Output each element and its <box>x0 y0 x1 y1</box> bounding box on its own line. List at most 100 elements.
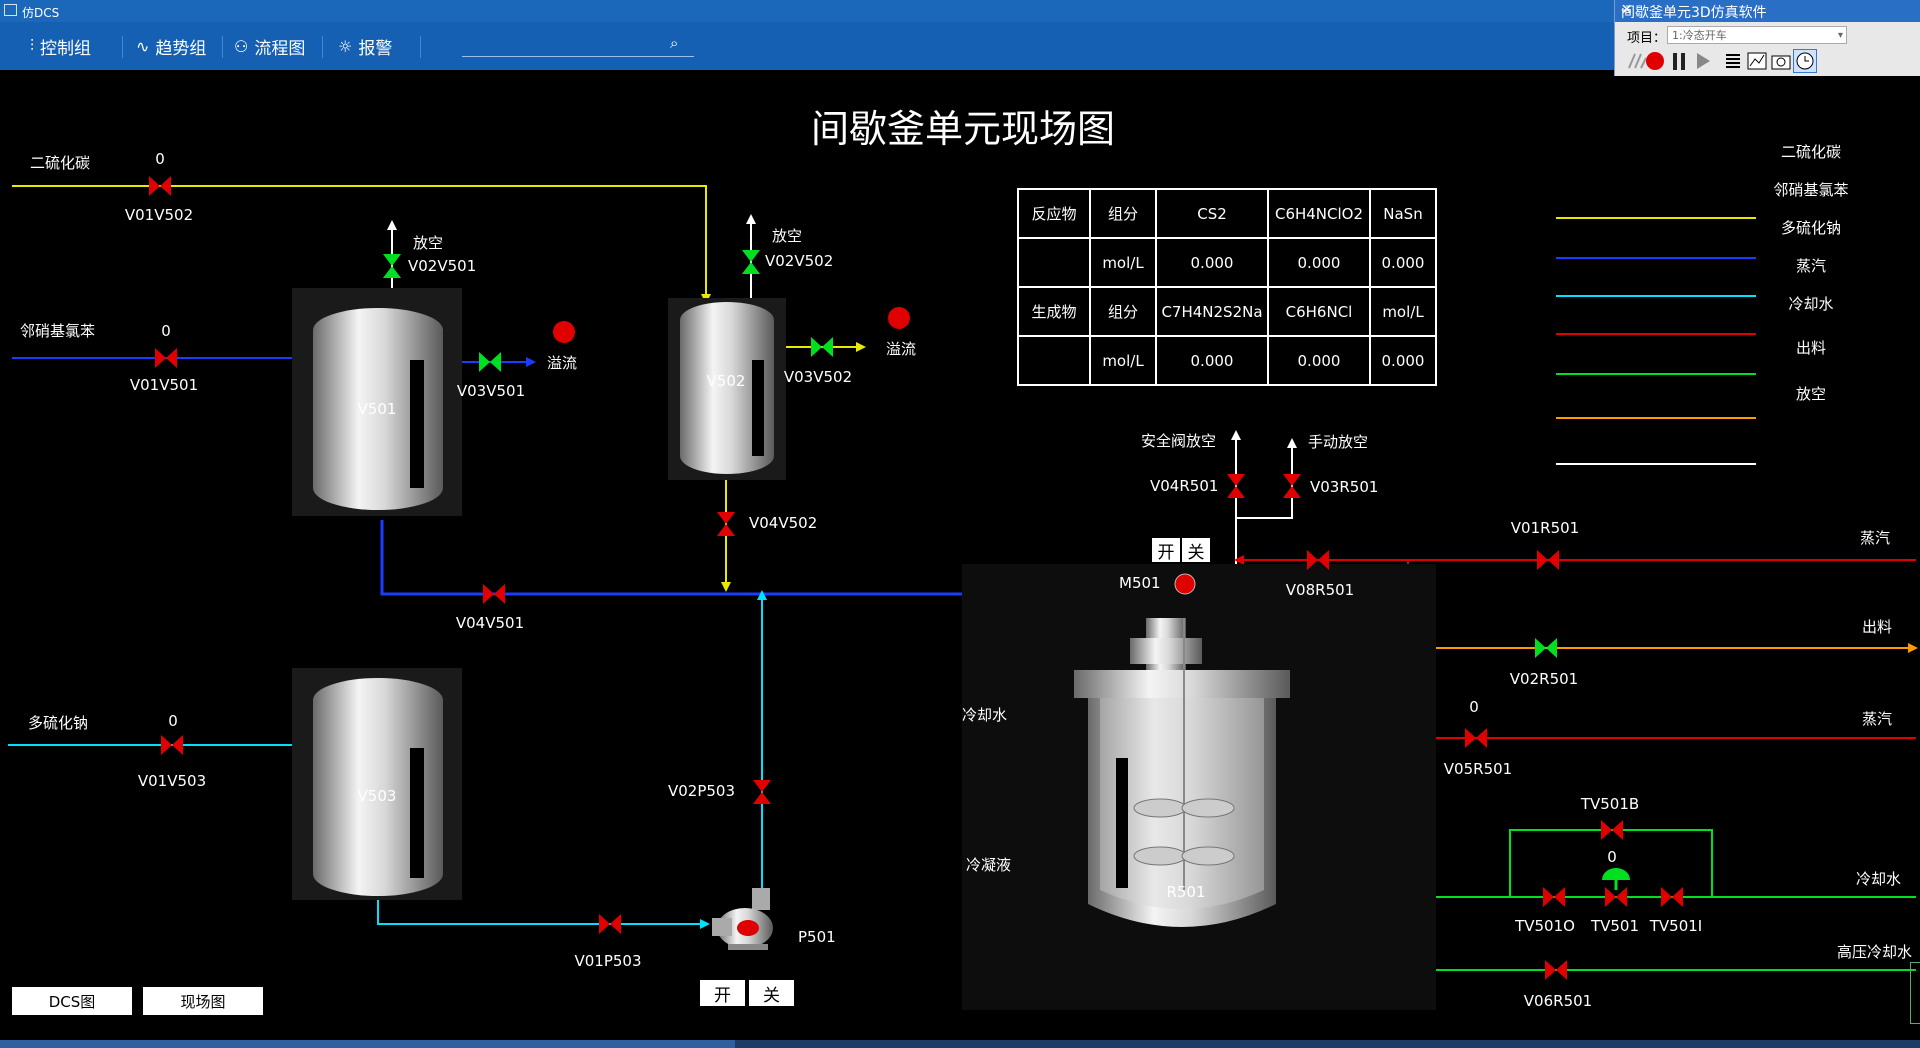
v03v501-tag: V03V501 <box>456 382 526 400</box>
p501-label: P501 <box>798 928 836 946</box>
chevron-down-icon: ▾ <box>1837 30 1843 41</box>
m501-label: M501 <box>1119 574 1161 592</box>
play-icon <box>1697 53 1710 69</box>
pump-p501-off-button[interactable]: 关 <box>749 980 794 1006</box>
legend-lines <box>1556 217 1756 465</box>
legend-vent: 放空 <box>1795 385 1827 403</box>
reactor-r501[interactable] <box>962 564 1436 1010</box>
v01v502-tag: V01V502 <box>124 206 194 224</box>
toolbar-divider <box>122 36 123 58</box>
legend-discharge: 出料 <box>1795 339 1827 357</box>
pump-p501[interactable] <box>712 888 773 950</box>
valve-tv501b[interactable] <box>1601 820 1623 840</box>
alarm-icon: ☼ <box>338 36 353 56</box>
valve-tv501o[interactable] <box>1543 887 1565 907</box>
hp-cooling-water-label: 高压冷却水 <box>1837 943 1913 961</box>
dcs-view-button[interactable]: DCS图 <box>12 987 132 1015</box>
search-icon[interactable]: ⌕ <box>670 34 678 52</box>
v01r501-tag: V01R501 <box>1510 519 1580 537</box>
valve-v05r501[interactable] <box>1465 728 1487 748</box>
legend-cooling-water: 冷却水 <box>1788 295 1834 313</box>
legend-oncb: 邻硝基氯苯 <box>1773 181 1849 199</box>
v04v501-tag: V04V501 <box>455 614 525 632</box>
v03v502-tag: V03V502 <box>783 368 853 386</box>
valve-v01v502[interactable] <box>149 176 171 196</box>
valve-v01r501[interactable] <box>1537 550 1559 570</box>
valve-v04r501[interactable] <box>1227 474 1245 498</box>
condensate-label: 冷凝液 <box>966 856 1012 874</box>
v501-label: V501 <box>357 400 397 418</box>
oncb-feed-label: 邻硝基氯苯 <box>20 322 96 340</box>
valve-v02v501[interactable] <box>383 254 401 278</box>
valve-v01v501[interactable] <box>155 348 177 368</box>
alarm-button[interactable]: ☼ 报警 <box>338 34 392 59</box>
control-group-icon: ⫶ <box>30 36 35 55</box>
process-diagram <box>8 176 1918 1010</box>
project-label: 项目： <box>1627 31 1667 46</box>
simulator-panel: 间歇釜单元3D仿真软件 – ✕ 项目： 1:冷态开车 ▾ <box>1614 0 1920 76</box>
tv501b-tag: TV501B <box>1580 795 1640 813</box>
cooling-water-out-label: 冷却水 <box>962 706 1008 724</box>
v02r501-tag: V02R501 <box>1509 670 1579 688</box>
table-row: mol/L 0.000 0.000 0.000 <box>1017 335 1437 386</box>
v01p503-tag: V01P503 <box>574 952 642 970</box>
search-input[interactable] <box>462 30 694 57</box>
toolbar-divider <box>222 36 223 58</box>
clock-icon <box>1796 52 1814 70</box>
v03r501-tag: V03R501 <box>1310 478 1379 496</box>
cs2-pipe <box>12 185 707 302</box>
legend-na2sn: 多硫化钠 <box>1780 219 1842 237</box>
trend-icon: ∿ <box>136 36 150 56</box>
v06r501-tag: V06R501 <box>1523 992 1593 1010</box>
v01v501-tag: V01V501 <box>129 376 199 394</box>
app-icon <box>4 4 17 16</box>
toolbar-divider <box>322 36 323 58</box>
trend-group-button[interactable]: ∿ 趋势组 <box>136 34 206 59</box>
control-group-button[interactable]: ⫶ 控制组 <box>30 34 91 59</box>
valve-v02p503[interactable] <box>753 780 771 804</box>
v502-overflow-indicator <box>888 307 910 329</box>
v05r501-value: 0 <box>1469 698 1479 716</box>
v08r501-tag: V08R501 <box>1285 581 1355 599</box>
v501-overflow-indicator <box>553 321 575 343</box>
v01v501-value: 0 <box>161 322 171 340</box>
v501-overflow-label: 溢流 <box>547 354 578 372</box>
motor-m501-off-button[interactable]: 关 <box>1182 538 1210 563</box>
valve-v04v501[interactable] <box>483 584 505 604</box>
valve-v03r501[interactable] <box>1283 474 1301 498</box>
pump-p501-on-button[interactable]: 开 <box>700 980 745 1006</box>
valve-v01p503[interactable] <box>599 914 621 934</box>
valve-v03v502[interactable] <box>811 337 833 357</box>
v02v501-tag: V02V501 <box>408 257 477 275</box>
motor-m501-switch: 开 关 <box>1152 538 1210 563</box>
valve-v06r501[interactable] <box>1545 960 1567 980</box>
v503-label: V503 <box>357 787 397 805</box>
valve-v02v502[interactable] <box>742 250 760 274</box>
tv501-value: 0 <box>1607 848 1617 866</box>
table-row: mol/L 0.000 0.000 0.000 <box>1017 237 1437 288</box>
cs2-feed-label: 二硫化碳 <box>30 154 91 172</box>
motor-m501-indicator[interactable] <box>1174 573 1196 595</box>
v503-outlet-pipe <box>377 900 708 925</box>
valve-v04v502[interactable] <box>717 512 735 536</box>
na2sn-feed-label: 多硫化钠 <box>28 714 89 732</box>
valve-v01v503[interactable] <box>161 735 183 755</box>
project-select[interactable]: 1:冷态开车 ▾ <box>1667 26 1847 44</box>
field-view-button[interactable]: 现场图 <box>143 987 263 1015</box>
flow-chart-button[interactable]: ⚇ 流程图 <box>234 34 305 59</box>
vessel-v503[interactable] <box>292 668 462 900</box>
valve-v02r501[interactable] <box>1535 638 1557 658</box>
valve-tv501i[interactable] <box>1661 887 1683 907</box>
v02v502-tag: V02V502 <box>765 252 834 270</box>
valve-v03v501[interactable] <box>479 352 501 372</box>
manual-vent-pipe <box>1236 446 1293 519</box>
tv501i-tag: TV501I <box>1649 917 1703 935</box>
page-title: 间歇釜单元现场图 <box>810 107 1116 151</box>
composition-table: 反应物 组分 CS2 C6H4NClO2 NaSn mol/L 0.000 0.… <box>1017 188 1437 386</box>
table-row: 反应物 组分 CS2 C6H4NClO2 NaSn <box>1017 188 1437 239</box>
motor-m501-on-button[interactable]: 开 <box>1152 538 1180 563</box>
safety-vent-label: 安全阀放空 <box>1141 432 1217 450</box>
close-icon[interactable]: ✕ <box>1621 2 1919 18</box>
tv501-actuator-icon <box>1602 868 1630 880</box>
flow-chart-icon: ⚇ <box>234 36 249 56</box>
